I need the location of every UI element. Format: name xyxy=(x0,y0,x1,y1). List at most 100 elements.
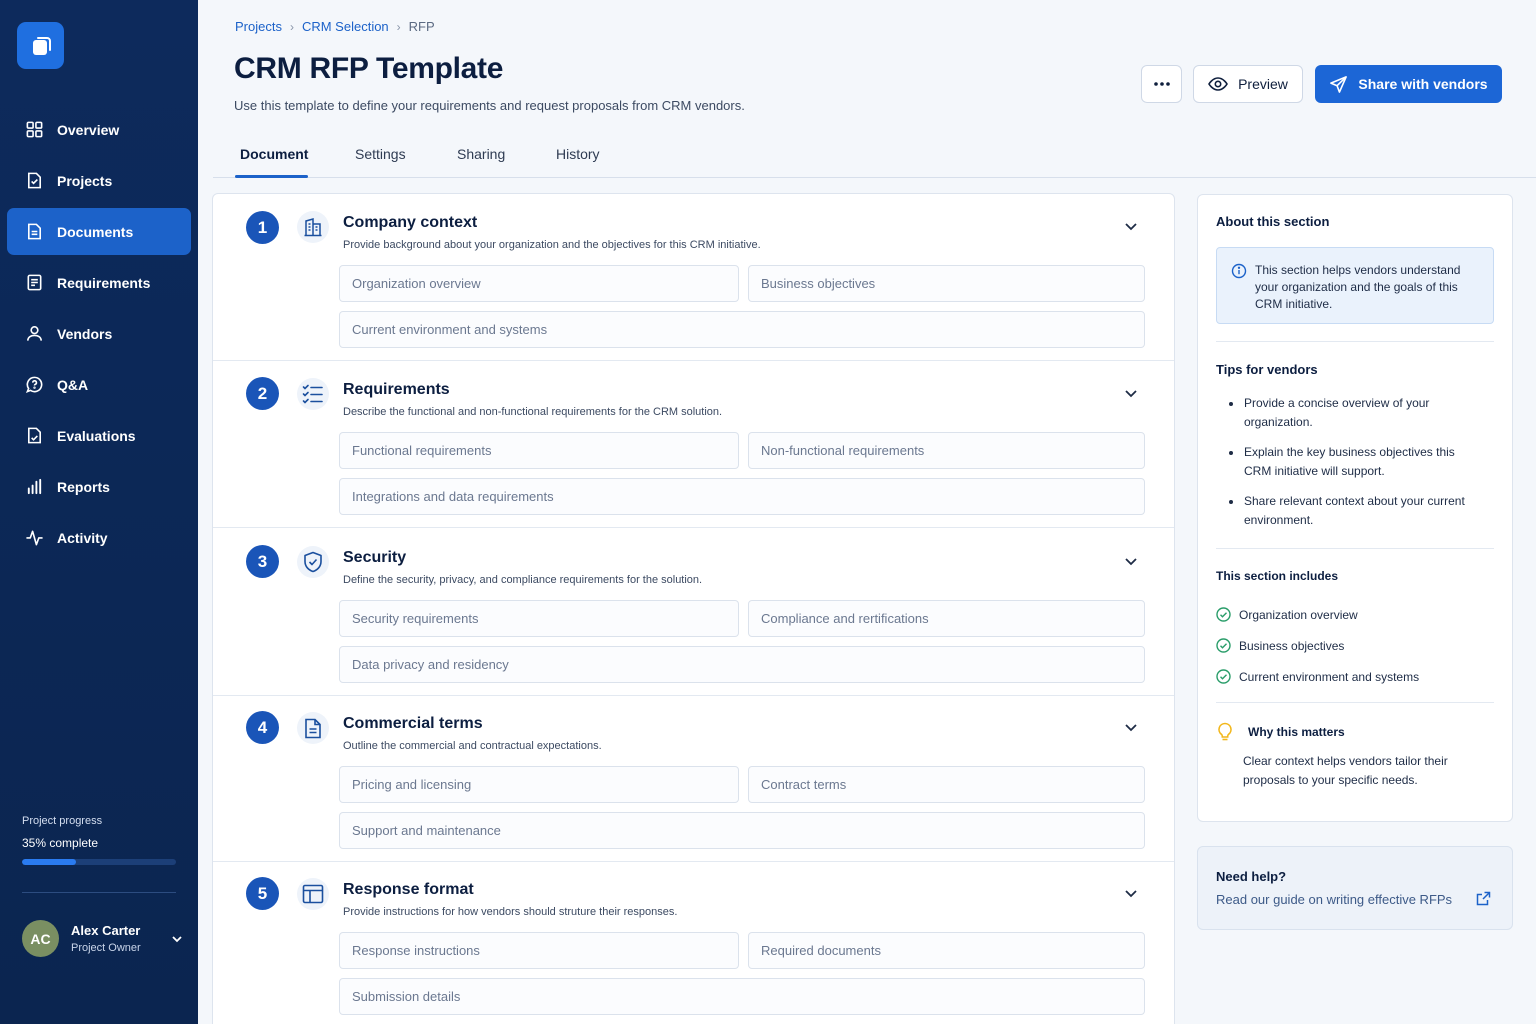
logo-icon xyxy=(32,36,51,55)
section-title: Response format xyxy=(343,881,474,898)
avatar: AC xyxy=(22,920,59,957)
section-field[interactable] xyxy=(339,766,739,803)
section-field[interactable] xyxy=(748,265,1145,302)
section-field[interactable] xyxy=(339,432,739,469)
rfp-section-3: 3 Security Define the security, privacy, a… xyxy=(213,529,1174,696)
section-description: Provide background about your organizati… xyxy=(343,239,761,251)
rfp-sections: 1 Company context Provide background about… xyxy=(212,193,1175,1024)
sidebar-item-documents[interactable]: Documents xyxy=(7,208,191,255)
more-dots-icon xyxy=(1153,82,1170,86)
section-field[interactable] xyxy=(339,265,739,302)
sidebar-nav: Overview Projects Documents Requirements… xyxy=(7,106,191,565)
section-field[interactable] xyxy=(339,812,1145,849)
step-number-badge: 3 xyxy=(246,545,279,578)
check-circle-icon xyxy=(1216,607,1231,622)
info-icon xyxy=(1231,263,1247,279)
activity-pulse-icon xyxy=(26,530,43,546)
sidebar-item-label: Activity xyxy=(57,529,108,546)
progress-label: Project progress xyxy=(22,815,103,827)
chevron-down-icon[interactable] xyxy=(170,932,184,946)
section-field[interactable] xyxy=(748,766,1145,803)
sidebar-item-label: Vendors xyxy=(57,325,113,342)
tip-item: Share relevant context about your curren… xyxy=(1228,492,1478,530)
sidebar-item-label: Overview xyxy=(57,121,120,138)
section-field[interactable] xyxy=(339,600,739,637)
sidebar-item-reports[interactable]: Reports xyxy=(7,463,191,510)
sidebar-item-activity[interactable]: Activity xyxy=(7,514,191,561)
preview-label: Preview xyxy=(1238,76,1288,92)
step-number-badge: 2 xyxy=(246,377,279,410)
tab-history[interactable]: History xyxy=(556,146,600,162)
active-tab-indicator xyxy=(235,175,308,178)
sidebar-item-projects[interactable]: Projects xyxy=(7,157,191,204)
help-guide-link[interactable]: Read our guide on writing effective RFPs xyxy=(1216,892,1452,907)
tab-sharing[interactable]: Sharing xyxy=(457,146,505,162)
page-subtitle: Use this template to define your require… xyxy=(234,98,745,113)
sidebar-item-label: Documents xyxy=(57,223,134,240)
tips-list: Provide a concise overview of your organ… xyxy=(1228,394,1478,541)
more-options-button[interactable] xyxy=(1141,65,1182,103)
app-logo[interactable] xyxy=(17,22,64,69)
sidebar-item-qa[interactable]: Q&A xyxy=(7,361,191,408)
sidebar-divider xyxy=(22,892,176,893)
user-name: Alex Carter xyxy=(71,923,141,938)
section-field[interactable] xyxy=(339,978,1145,1015)
shield-check-icon xyxy=(297,546,329,578)
section-description: Define the security, privacy, and compli… xyxy=(343,574,703,586)
chevron-right-icon: › xyxy=(289,19,294,34)
section-description: Describe the functional and non-function… xyxy=(343,406,723,418)
help-card: Need help? Read our guide on writing eff… xyxy=(1197,846,1513,930)
chevron-right-icon: › xyxy=(396,19,401,34)
share-with-vendors-button[interactable]: Share with vendors xyxy=(1315,65,1502,103)
include-item: Organization overview xyxy=(1216,599,1494,630)
grid-icon xyxy=(26,121,43,138)
sidebar-item-label: Evaluations xyxy=(57,427,136,444)
sidebar-item-vendors[interactable]: Vendors xyxy=(7,310,191,357)
sidebar-item-label: Projects xyxy=(57,172,113,189)
user-menu[interactable]: AC Alex Carter Project Owner xyxy=(22,920,184,957)
include-item: Current environment and systems xyxy=(1216,661,1494,692)
progress-bar xyxy=(22,859,176,865)
sidebar-item-label: Requirements xyxy=(57,274,151,291)
section-description: Outline the commercial and contractual e… xyxy=(343,740,602,752)
chevron-down-icon[interactable] xyxy=(1123,719,1139,740)
external-link-icon[interactable] xyxy=(1476,891,1491,906)
sidebar-item-overview[interactable]: Overview xyxy=(7,106,191,153)
section-field[interactable] xyxy=(339,478,1145,515)
section-field[interactable] xyxy=(339,311,1145,348)
include-item-label: Current environment and systems xyxy=(1239,669,1420,684)
tab-document[interactable]: Document xyxy=(240,146,308,162)
help-title: Need help? xyxy=(1216,869,1287,884)
sidebar-item-evaluations[interactable]: Evaluations xyxy=(7,412,191,459)
why-text: Clear context helps vendors tailor their… xyxy=(1243,754,1448,787)
section-info-panel: About this section This section helps ve… xyxy=(1197,194,1513,822)
breadcrumb-crm-selection[interactable]: CRM Selection xyxy=(302,19,389,34)
section-title: Company context xyxy=(343,214,478,231)
layout-icon xyxy=(297,878,329,910)
rfp-section-2: 2 Requirements Describe the functional and… xyxy=(213,361,1174,528)
section-field[interactable] xyxy=(748,932,1145,969)
section-field[interactable] xyxy=(339,932,739,969)
chevron-down-icon[interactable] xyxy=(1123,553,1139,574)
section-field[interactable] xyxy=(748,600,1145,637)
section-field[interactable] xyxy=(748,432,1145,469)
sidebar-item-requirements[interactable]: Requirements xyxy=(7,259,191,306)
panel-divider xyxy=(1216,548,1494,549)
chevron-down-icon[interactable] xyxy=(1123,885,1139,906)
include-item-label: Business objectives xyxy=(1239,638,1345,653)
rfp-section-1: 1 Company context Provide background about… xyxy=(213,194,1174,361)
chevron-down-icon[interactable] xyxy=(1123,218,1139,239)
tip-item: Provide a concise overview of your organ… xyxy=(1228,394,1478,432)
check-circle-icon xyxy=(1216,669,1231,684)
step-number-badge: 4 xyxy=(246,711,279,744)
tab-settings[interactable]: Settings xyxy=(355,146,406,162)
breadcrumb-projects[interactable]: Projects xyxy=(235,19,282,34)
chevron-down-icon[interactable] xyxy=(1123,385,1139,406)
project-file-icon xyxy=(27,172,42,189)
section-field[interactable] xyxy=(339,646,1145,683)
evaluation-file-icon xyxy=(27,427,42,444)
check-circle-icon xyxy=(1216,638,1231,653)
preview-button[interactable]: Preview xyxy=(1193,65,1303,103)
about-info-text: This section helps vendors understand yo… xyxy=(1255,263,1461,311)
sidebar-item-label: Q&A xyxy=(57,376,89,393)
